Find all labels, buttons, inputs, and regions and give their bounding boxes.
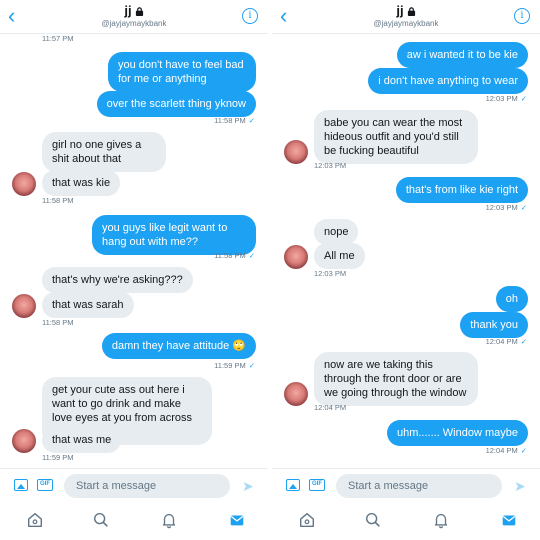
message-timestamp: 12:04 PM ✓ [486, 446, 527, 455]
avatar[interactable] [12, 429, 36, 453]
conversation-header: ‹ jj @jayjaymaykbank i [272, 0, 540, 34]
search-icon[interactable] [92, 511, 110, 529]
info-icon[interactable]: i [514, 8, 530, 24]
message-timestamp: 11:58 PM ✓ [214, 251, 255, 260]
avatar[interactable] [12, 172, 36, 196]
avatar[interactable] [12, 294, 36, 318]
bottom-tab-bar [0, 502, 268, 540]
message-thread: 11:57 PM you don't have to feel bad for m… [0, 34, 268, 468]
sent-message-bubble[interactable]: thank you [460, 312, 528, 338]
received-message-bubble[interactable]: babe you can wear the most hideous outfi… [314, 110, 478, 164]
read-check-icon: ✓ [248, 251, 255, 260]
message-timestamp: 11:59 PM [42, 453, 74, 462]
message-thread: aw i wanted it to be kie i don't have any… [272, 34, 540, 468]
conversation-title-text: jj [124, 3, 132, 18]
lock-icon [135, 4, 144, 19]
conversation-title: jj [0, 3, 268, 19]
timestamp-text: 12:03 PM [314, 161, 347, 170]
message-timestamp: 12:03 PM ✓ [486, 94, 527, 103]
received-message-bubble[interactable]: nope [314, 219, 359, 245]
message-timestamp: 11:58 PM [42, 196, 74, 205]
received-message-bubble[interactable]: now are we taking this through the front… [314, 352, 478, 406]
lock-icon [407, 4, 416, 19]
conversation-header: ‹ jj @jayjaymaykbank i [0, 0, 268, 34]
timestamp-text: 11:57 PM [42, 34, 74, 43]
message-timestamp: 11:59 PM ✓ [214, 361, 255, 370]
read-check-icon: ✓ [248, 361, 255, 370]
timestamp-text: 12:03 PM [485, 203, 518, 212]
message-composer: GIF Start a message ➤ [0, 468, 268, 502]
timestamp-text: 11:59 PM [214, 361, 246, 370]
info-icon[interactable]: i [242, 8, 258, 24]
timestamp-text: 11:59 PM [42, 453, 74, 462]
sent-message-bubble[interactable]: i don't have anything to wear [368, 68, 528, 94]
sent-message-bubble[interactable]: uhm....... Window maybe [386, 420, 528, 446]
timestamp-text: 11:58 PM [42, 318, 74, 327]
timestamp-text: 12:04 PM [314, 403, 347, 412]
message-timestamp: 11:57 PM [42, 34, 74, 43]
notifications-icon[interactable] [432, 511, 450, 529]
gif-icon[interactable]: GIF [37, 479, 53, 491]
message-timestamp: 12:04 PM ✓ [486, 337, 527, 346]
message-composer: GIF Start a message ➤ [272, 468, 540, 502]
timestamp-text: 12:03 PM [485, 94, 518, 103]
read-check-icon: ✓ [520, 446, 527, 455]
sent-message-bubble[interactable]: damn they have attitude 🙄 [101, 333, 256, 359]
messages-icon[interactable] [228, 511, 246, 529]
send-icon[interactable]: ➤ [242, 479, 256, 493]
message-timestamp: 12:03 PM [314, 161, 346, 170]
message-timestamp: 11:58 PM [42, 318, 74, 327]
message-timestamp: 12:04 PM [314, 403, 346, 412]
read-check-icon: ✓ [520, 337, 527, 346]
dm-panel-left: ‹ jj @jayjaymaykbank i 11:57 PM you don't… [0, 0, 268, 540]
send-icon[interactable]: ➤ [514, 479, 528, 493]
conversation-title: jj [272, 3, 540, 19]
conversation-title-text: jj [396, 3, 404, 18]
message-timestamp: 12:03 PM [314, 269, 346, 278]
timestamp-text: 11:58 PM [214, 116, 246, 125]
gif-icon[interactable]: GIF [309, 479, 325, 491]
avatar[interactable] [284, 245, 308, 269]
bottom-tab-bar [272, 502, 540, 540]
notifications-icon[interactable] [160, 511, 178, 529]
avatar[interactable] [284, 140, 308, 164]
avatar[interactable] [284, 382, 308, 406]
timestamp-text: 12:04 PM [485, 337, 518, 346]
message-input[interactable]: Start a message [64, 474, 230, 498]
sent-message-bubble[interactable]: you guys like legit want to hang out wit… [92, 215, 256, 255]
image-icon[interactable] [286, 479, 300, 491]
timestamp-text: 11:58 PM [42, 196, 74, 205]
sent-message-bubble[interactable]: oh [495, 286, 528, 312]
received-message-bubble[interactable]: that was kie [42, 170, 121, 196]
message-timestamp: 11:58 PM ✓ [214, 116, 255, 125]
read-check-icon: ✓ [248, 116, 255, 125]
conversation-handle: @jayjaymaykbank [373, 19, 439, 28]
sent-message-bubble[interactable]: you don't have to feel bad for me or any… [108, 52, 256, 92]
received-message-bubble[interactable]: that was me [42, 427, 122, 453]
received-message-bubble[interactable]: that was sarah [42, 292, 134, 318]
received-message-bubble[interactable]: All me [314, 243, 365, 269]
message-timestamp: 12:03 PM ✓ [486, 203, 527, 212]
sent-message-bubble[interactable]: aw i wanted it to be kie [396, 42, 528, 68]
conversation-handle: @jayjaymaykbank [101, 19, 167, 28]
timestamp-text: 12:04 PM [485, 446, 518, 455]
received-message-bubble[interactable]: girl no one gives a shit about that [42, 132, 166, 172]
sent-message-bubble[interactable]: that's from like kie right [395, 177, 528, 203]
timestamp-text: 12:03 PM [314, 269, 347, 278]
messages-icon[interactable] [500, 511, 518, 529]
message-input[interactable]: Start a message [336, 474, 502, 498]
home-icon[interactable] [26, 511, 44, 529]
read-check-icon: ✓ [520, 203, 527, 212]
dm-panel-right: ‹ jj @jayjaymaykbank i aw i wanted it to… [272, 0, 540, 540]
received-message-bubble[interactable]: that's why we're asking??? [42, 267, 193, 293]
home-icon[interactable] [298, 511, 316, 529]
image-icon[interactable] [14, 479, 28, 491]
sent-message-bubble[interactable]: over the scarlett thing yknow [96, 91, 256, 117]
timestamp-text: 11:58 PM [214, 251, 246, 260]
read-check-icon: ✓ [520, 94, 527, 103]
search-icon[interactable] [364, 511, 382, 529]
